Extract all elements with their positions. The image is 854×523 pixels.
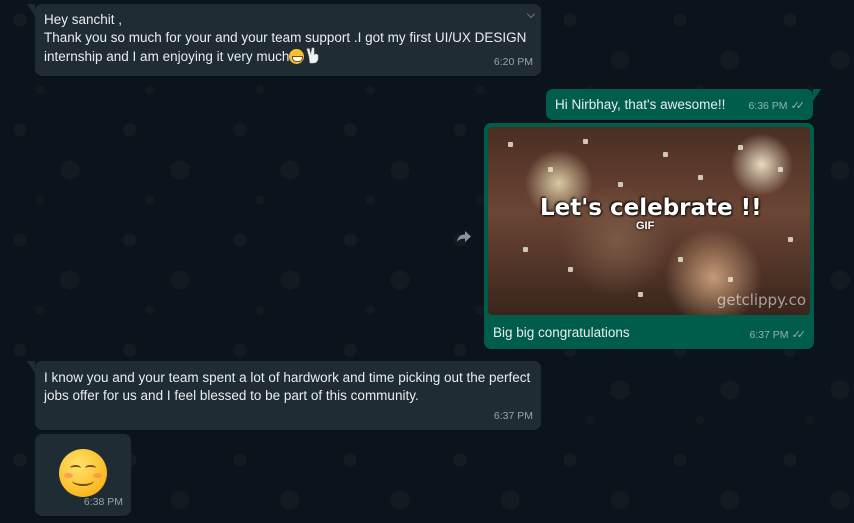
message-text: I know you and your team spent a lot of … xyxy=(44,370,531,403)
message-meta: 6:37 PM xyxy=(494,407,533,425)
incoming-message-4[interactable]: I know you and your team spent a lot of … xyxy=(27,361,541,430)
gif-headline-text: Let's celebrate !! xyxy=(540,195,762,221)
outgoing-message-2[interactable]: Hi Nirbhay, that's awesome!! 6:36 PM ✓✓ xyxy=(546,89,821,120)
incoming-emoji-message[interactable]: 6:38 PM xyxy=(35,434,131,516)
message-meta: 6:36 PM ✓✓ xyxy=(748,97,805,115)
timestamp: 6:37 PM xyxy=(493,410,533,422)
incoming-message-1[interactable]: Hey sanchit , Thank you so much for your… xyxy=(27,4,541,76)
message-text: Hey sanchit , Thank you so much for your… xyxy=(44,12,527,64)
message-meta: 6:20 PM xyxy=(494,53,533,71)
forward-arrow-icon[interactable] xyxy=(455,228,473,244)
gif-badge: GIF xyxy=(636,220,655,232)
grinning-face-icon xyxy=(289,49,305,64)
timestamp: 6:20 PM xyxy=(493,56,533,68)
timestamp: 6:36 PM xyxy=(748,100,788,112)
message-meta: 6:37 PM ✓✓ xyxy=(749,326,806,344)
smiling-face-with-smiling-eyes-icon xyxy=(59,449,107,497)
timestamp: 6:38 PM xyxy=(83,496,123,508)
gif-watermark: getclippy.co xyxy=(716,291,806,309)
message-meta: 6:38 PM xyxy=(84,493,123,511)
victory-hand-icon xyxy=(306,47,320,64)
timestamp: 6:37 PM xyxy=(749,329,789,341)
double-check-icon: ✓✓ xyxy=(791,329,807,341)
outgoing-gif-message[interactable]: Let's celebrate !! GIF getclippy.co Big … xyxy=(484,123,814,349)
double-check-icon: ✓✓ xyxy=(790,100,806,112)
gif-preview[interactable]: Let's celebrate !! GIF getclippy.co xyxy=(488,127,810,315)
